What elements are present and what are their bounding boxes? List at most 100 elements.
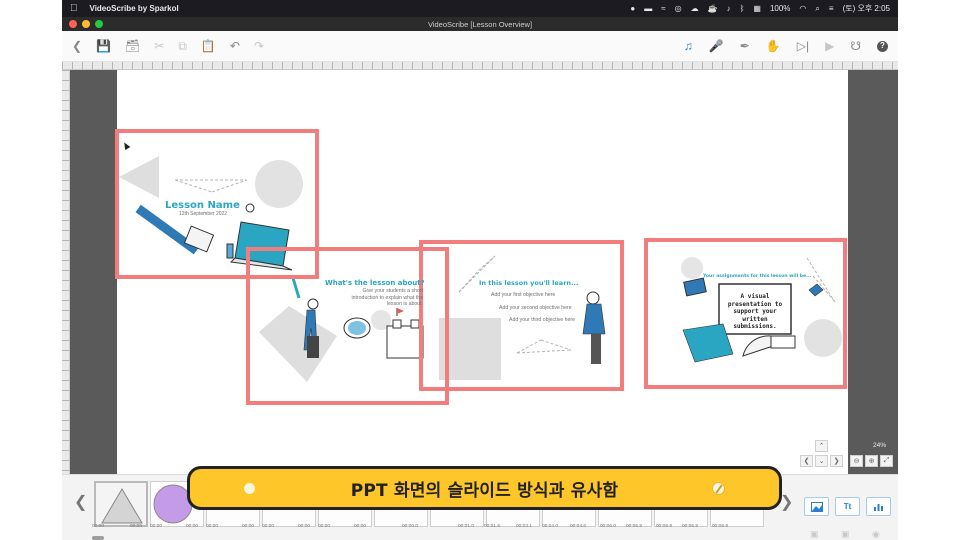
slide1-date: 12th September 2022 bbox=[179, 211, 228, 217]
slide3-objective-1: Add your first objective here bbox=[491, 292, 556, 298]
wifi-icon[interactable]: ◠ bbox=[799, 4, 806, 13]
timecode: 00:06.0 bbox=[600, 524, 617, 529]
undo-icon[interactable]: ↶ bbox=[230, 40, 240, 52]
scribe-canvas[interactable]: Lesson Name 12th September 2022 What's t… bbox=[115, 70, 848, 474]
coffee-icon[interactable]: ☕ bbox=[708, 4, 718, 13]
toolbar-right: ♫ 🎤 ✒ ✋ ▷| ▶ ☋ ? bbox=[684, 40, 888, 52]
redo-icon[interactable]: ↷ bbox=[254, 40, 264, 52]
toggle-icon[interactable]: ▬ bbox=[644, 4, 652, 13]
timecode: 00:06.9 bbox=[626, 524, 643, 529]
timecode: 00:00 bbox=[242, 524, 255, 529]
slide3-objective-3: Add your third objective here bbox=[509, 317, 576, 323]
screen:  VideoScribe by Sparkol ● ▬ ≈ ◎ ☁ ☕ ♪ ᛒ… bbox=[0, 0, 960, 540]
slide4-board-text: A visual presentation to support your wr… bbox=[727, 293, 783, 330]
canvas-area[interactable]: Lesson Name 12th September 2022 What's t… bbox=[62, 62, 898, 474]
add-text-button[interactable]: Tt bbox=[835, 497, 860, 516]
timeline-prev-icon[interactable]: ❮ bbox=[74, 492, 87, 512]
add-chart-button[interactable] bbox=[866, 497, 891, 516]
slide2-body: Give your students a short introduction … bbox=[351, 288, 423, 307]
timecode: 00:00 bbox=[150, 524, 163, 529]
pan-up-button[interactable]: ⌃ bbox=[815, 440, 828, 452]
slide1-title: Lesson Name bbox=[165, 200, 240, 211]
caption-banner: PPT 화면의 슬라이드 방식과 유사함 bbox=[187, 466, 782, 510]
pan-right-button[interactable]: ❯ bbox=[830, 455, 843, 467]
timeline-scrollbar[interactable] bbox=[92, 536, 104, 540]
add-image-button[interactable] bbox=[804, 497, 829, 516]
apple-icon[interactable]:  bbox=[70, 3, 78, 14]
back-icon[interactable]: ❮ bbox=[72, 40, 82, 52]
timecode: 00:00.0 bbox=[402, 524, 419, 529]
paste-icon[interactable]: 📋 bbox=[201, 40, 216, 52]
fit-screen-button[interactable]: ⤢ bbox=[880, 455, 893, 467]
chart-icon bbox=[873, 503, 883, 511]
pan-down-button[interactable]: ⌄ bbox=[815, 455, 828, 467]
slide2-title: What's the lesson about? bbox=[325, 279, 425, 287]
timecode: 00:00 bbox=[130, 524, 143, 529]
mac-menu-bar:  VideoScribe by Sparkol ● ▬ ≈ ◎ ☁ ☕ ♪ ᛒ… bbox=[62, 0, 898, 17]
camera-icon[interactable]: ▣ bbox=[810, 529, 819, 540]
slide3-objective-2: Add your second objective here bbox=[499, 305, 572, 311]
save-as-icon[interactable]: 🗃 bbox=[125, 40, 140, 52]
ruler-left bbox=[62, 70, 70, 474]
timeline-thumb-1[interactable] bbox=[94, 481, 148, 527]
triangle-thumb-icon bbox=[101, 488, 143, 524]
share-icon[interactable]: ☋ bbox=[850, 40, 861, 52]
window-titlebar: VideoScribe [Lesson Overview] bbox=[62, 17, 898, 31]
copy-icon[interactable]: ⧉ bbox=[178, 40, 187, 52]
timecode: 00:00 bbox=[262, 524, 275, 529]
image-icon bbox=[810, 501, 823, 512]
timecode: 00:04.0 bbox=[542, 524, 559, 529]
app-window: VideoScribe [Lesson Overview] ❮ 💾 🗃 ✂ ⧉ … bbox=[62, 17, 898, 540]
caption-text: PPT 화면의 슬라이드 방식과 유사함 bbox=[350, 480, 619, 501]
toolbar-left: ❮ 💾 🗃 ✂ ⧉ 📋 ↶ ↷ bbox=[72, 40, 264, 52]
search-icon[interactable]: ⌕ bbox=[815, 4, 819, 14]
timecode: 00:06.9 bbox=[682, 524, 699, 529]
timecode: 00:01.6 bbox=[484, 524, 501, 529]
circle-icon[interactable]: ◎ bbox=[675, 4, 682, 13]
timecode: 00:04.6 bbox=[570, 524, 587, 529]
hide-icon[interactable]: ◉ bbox=[872, 529, 880, 540]
bluetooth-icon[interactable]: ᛒ bbox=[740, 4, 745, 13]
volume-icon[interactable]: ♪ bbox=[727, 4, 731, 13]
pan-left-button[interactable]: ❮ bbox=[800, 455, 813, 467]
zoom-in-button[interactable]: ⊕ bbox=[865, 455, 878, 467]
menu-app-name[interactable]: VideoScribe by Sparkol bbox=[90, 4, 179, 13]
control-center-icon[interactable]: ≡ bbox=[829, 4, 834, 13]
play-icon[interactable]: ▶ bbox=[825, 40, 834, 52]
timecode: 00:00 bbox=[298, 524, 311, 529]
wave-icon[interactable]: ≈ bbox=[661, 4, 665, 13]
caption-dot-right bbox=[712, 482, 725, 495]
cloud-icon[interactable]: ☁ bbox=[691, 4, 699, 13]
menu-clock[interactable]: (토) 오후 2:05 bbox=[843, 3, 890, 14]
audio-icon[interactable]: ▣ bbox=[841, 529, 850, 540]
battery-percent[interactable]: 100% bbox=[770, 4, 790, 13]
cut-icon[interactable]: ✂ bbox=[154, 40, 164, 52]
slide-frame-3[interactable] bbox=[419, 240, 624, 391]
caption-dot-left bbox=[244, 483, 255, 494]
timecode: 00:00 bbox=[318, 524, 331, 529]
music-icon[interactable]: ♫ bbox=[684, 40, 693, 52]
timecode: 00:06.9 bbox=[656, 524, 673, 529]
window-title: VideoScribe [Lesson Overview] bbox=[427, 19, 533, 29]
slide4-title: Your assignments for this lesson will be… bbox=[703, 274, 812, 279]
timecode: 00:06.9 bbox=[712, 524, 729, 529]
timecode: 00:00 bbox=[206, 524, 219, 529]
zoom-out-button[interactable]: ⊖ bbox=[850, 455, 863, 467]
save-icon[interactable]: 💾 bbox=[96, 40, 111, 52]
main-toolbar: ❮ 💾 🗃 ✂ ⧉ 📋 ↶ ↷ ♫ 🎤 ✒ ✋ ▷| ▶ ☋ ? bbox=[62, 31, 898, 62]
timecode: 00:03.1 bbox=[516, 524, 533, 529]
timecode: 00:01.0 bbox=[458, 524, 475, 529]
play-from-here-icon[interactable]: ▷| bbox=[797, 40, 809, 52]
timecode: 00:00 bbox=[354, 524, 367, 529]
brush-icon[interactable]: ✒ bbox=[740, 40, 750, 52]
hand-icon[interactable]: ✋ bbox=[766, 40, 781, 52]
slide3-title: In this lesson you'll learn... bbox=[479, 279, 579, 287]
timecode: 00:00 bbox=[186, 524, 199, 529]
zoom-level: 24% bbox=[872, 442, 886, 449]
grid-icon[interactable]: ▦ bbox=[753, 4, 761, 13]
microphone-icon[interactable]: 🎤 bbox=[709, 40, 724, 52]
record-icon[interactable]: ● bbox=[630, 4, 635, 13]
ruler-top bbox=[62, 62, 898, 70]
help-icon[interactable]: ? bbox=[877, 40, 888, 52]
timecode: 00:00 bbox=[92, 524, 105, 529]
